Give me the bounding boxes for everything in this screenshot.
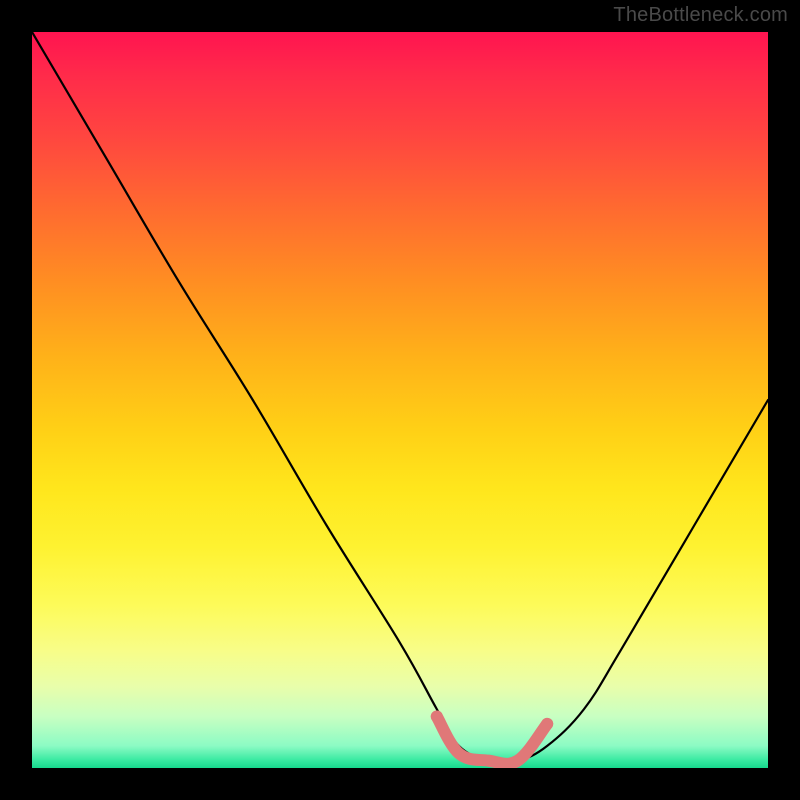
chart-svg	[32, 32, 768, 768]
optimal-dot-right	[541, 718, 553, 730]
watermark-text: TheBottleneck.com	[613, 4, 788, 27]
bottleneck-curve	[32, 32, 768, 763]
plot-area	[32, 32, 768, 768]
optimal-dot-left	[431, 710, 443, 722]
